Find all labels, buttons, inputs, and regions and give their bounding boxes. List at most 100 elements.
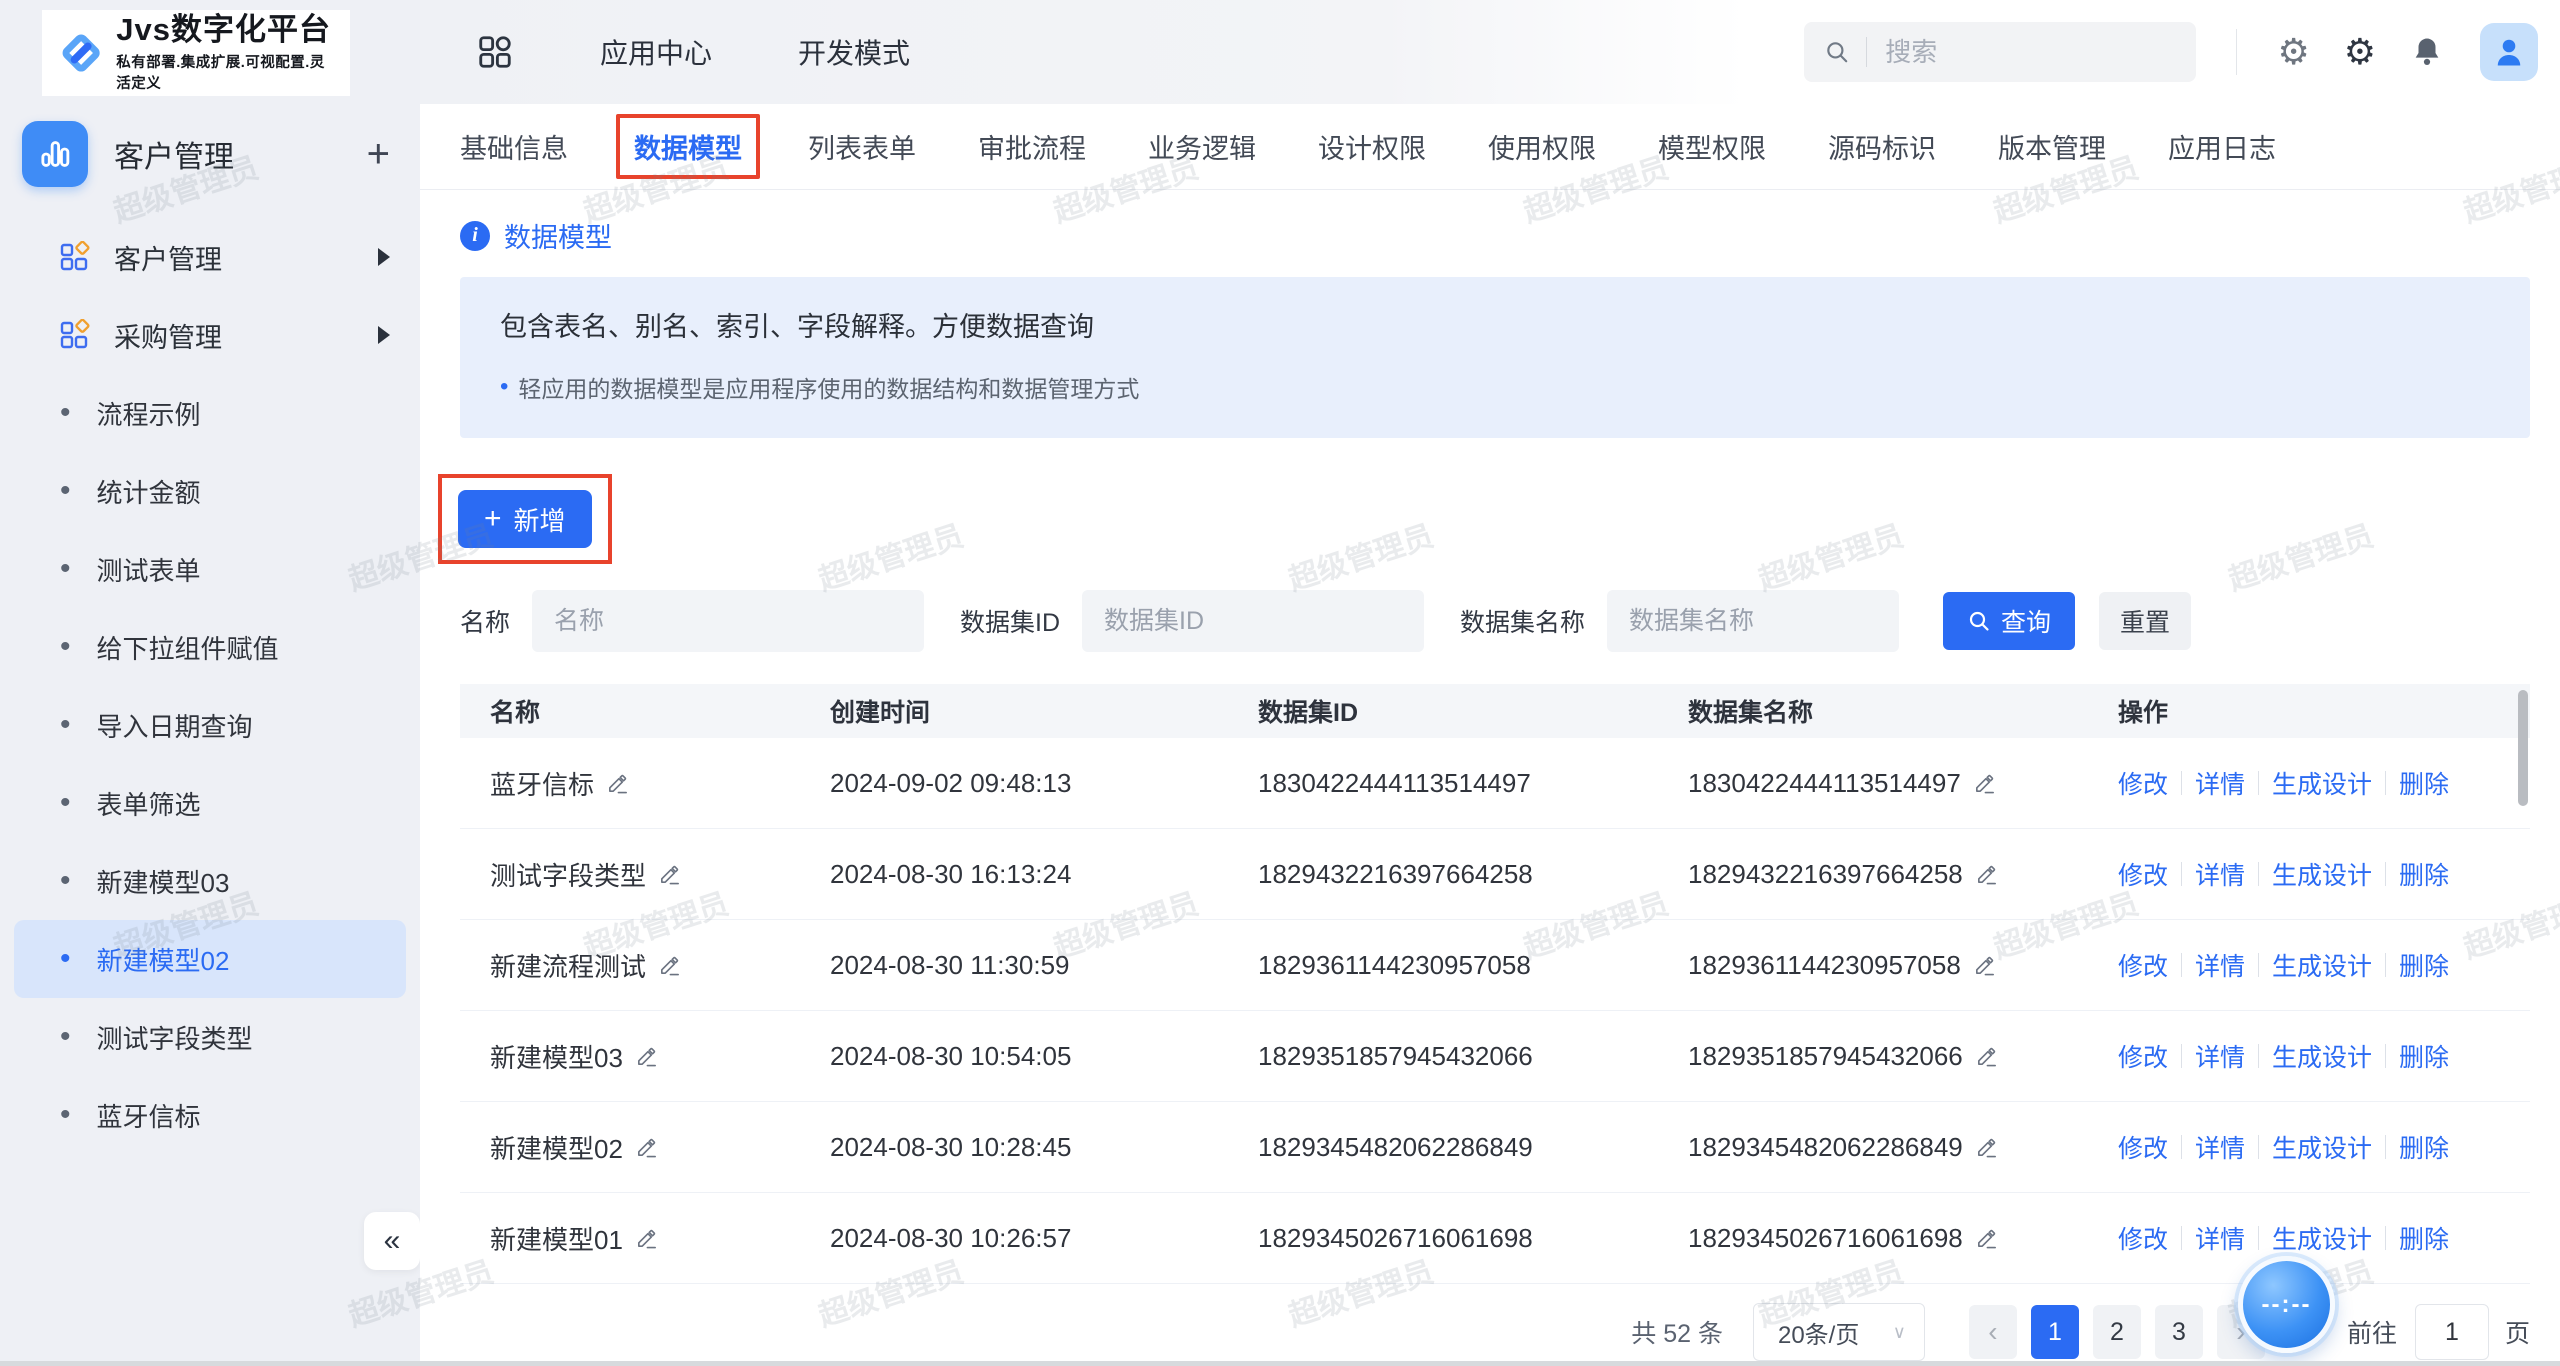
notification-bell-icon[interactable] [2410, 35, 2444, 69]
action-generate-design[interactable]: 生成设计 [2272, 1220, 2372, 1256]
edit-pencil-icon[interactable] [658, 954, 681, 977]
action-generate-design[interactable]: 生成设计 [2272, 1038, 2372, 1074]
tab[interactable]: 列表表单 [808, 118, 916, 175]
edit-pencil-icon[interactable] [635, 1136, 658, 1159]
edit-pencil-icon[interactable] [635, 1227, 658, 1250]
action-detail[interactable]: 详情 [2195, 1220, 2245, 1256]
sidebar-item[interactable]: • 导入日期查询 [0, 686, 420, 764]
action-detail[interactable]: 详情 [2195, 765, 2245, 801]
tab[interactable]: 模型权限 [1658, 118, 1766, 175]
action-detail[interactable]: 详情 [2195, 1038, 2245, 1074]
table-row: 蓝牙信标 2024-09-02 09:48:13 183042244411351… [460, 738, 2530, 829]
edit-pencil-icon[interactable] [1975, 863, 1998, 886]
tab[interactable]: 使用权限 [1488, 118, 1596, 175]
edit-pencil-icon[interactable] [635, 1045, 658, 1068]
action-delete[interactable]: 删除 [2399, 1038, 2449, 1074]
search-input[interactable] [1885, 36, 2177, 68]
sidebar-item[interactable]: • 统计金额 [0, 452, 420, 530]
reset-button[interactable]: 重置 [2099, 592, 2192, 650]
tab[interactable]: 审批流程 [978, 118, 1086, 175]
grid-icon [60, 241, 90, 271]
edit-pencil-icon[interactable] [1973, 954, 1996, 977]
action-generate-design[interactable]: 生成设计 [2272, 856, 2372, 892]
action-delete[interactable]: 删除 [2399, 856, 2449, 892]
divider [2236, 29, 2238, 75]
action-detail[interactable]: 详情 [2195, 856, 2245, 892]
divider [2385, 1044, 2387, 1068]
action-generate-design[interactable]: 生成设计 [2272, 947, 2372, 983]
sidebar-item[interactable]: • 流程示例 [0, 374, 420, 452]
row-created-time: 2024-08-30 11:30:59 [830, 949, 1070, 980]
add-button[interactable]: + 新增 [458, 490, 592, 548]
row-dataset-name: 1829351857945432066 [1688, 1040, 1963, 1071]
action-modify[interactable]: 修改 [2118, 856, 2168, 892]
action-delete[interactable]: 删除 [2399, 1220, 2449, 1256]
action-modify[interactable]: 修改 [2118, 1220, 2168, 1256]
user-avatar[interactable] [2480, 23, 2538, 81]
goto-page-input[interactable] [2414, 1304, 2489, 1360]
col-actions: 操作 [2118, 699, 2169, 727]
action-delete[interactable]: 删除 [2399, 1129, 2449, 1165]
query-button[interactable]: 查询 [1943, 592, 2076, 650]
row-created-time: 2024-08-30 10:26:57 [830, 1222, 1072, 1253]
sidebar-item[interactable]: • 测试字段类型 [0, 998, 420, 1076]
name-filter-input[interactable] [532, 590, 925, 652]
tab[interactable]: 设计权限 [1318, 118, 1426, 175]
action-generate-design[interactable]: 生成设计 [2272, 1129, 2372, 1165]
nav-dev-mode[interactable]: 开发模式 [798, 32, 910, 72]
tab[interactable]: 版本管理 [1998, 118, 2106, 175]
action-modify[interactable]: 修改 [2118, 947, 2168, 983]
tab[interactable]: 源码标识 [1828, 118, 1936, 175]
action-detail[interactable]: 详情 [2195, 1129, 2245, 1165]
tab-active[interactable]: 数据模型 [616, 114, 760, 179]
sidebar-item[interactable]: • 表单筛选 [0, 764, 420, 842]
bullet-icon: • [60, 1098, 71, 1131]
sidebar-item[interactable]: • 给下拉组件赋值 [0, 608, 420, 686]
add-app-button[interactable]: + [367, 134, 390, 174]
page-title[interactable]: 数据模型 [504, 216, 612, 255]
page-2-button[interactable]: 2 [2092, 1305, 2141, 1359]
tab[interactable]: 基础信息 [460, 118, 568, 175]
tab[interactable]: 业务逻辑 [1148, 118, 1256, 175]
action-modify[interactable]: 修改 [2118, 765, 2168, 801]
prev-page-button[interactable]: ‹ [1968, 1305, 2017, 1359]
action-modify[interactable]: 修改 [2118, 1038, 2168, 1074]
sidebar-item[interactable]: • 新建模型03 [0, 842, 420, 920]
edit-pencil-icon[interactable] [658, 863, 681, 886]
page-3-button[interactable]: 3 [2154, 1305, 2203, 1359]
sidebar-item-selected[interactable]: • 新建模型02 [14, 920, 406, 998]
page-1-button[interactable]: 1 [2030, 1305, 2079, 1359]
system-gear-icon[interactable]: ⚙ [2344, 34, 2376, 70]
edit-pencil-icon[interactable] [1975, 1045, 1998, 1068]
page-size-select[interactable]: 20条/页 ∨ [1752, 1303, 1925, 1361]
info-icon: i [460, 220, 490, 251]
settings-gear-icon[interactable]: ⚙ [2277, 34, 2309, 70]
sidebar-group-customer[interactable]: 客户管理 [0, 218, 420, 296]
edit-pencil-icon[interactable] [606, 772, 629, 795]
sidebar-item[interactable]: • 蓝牙信标 [0, 1076, 420, 1154]
sidebar-item[interactable]: • 测试表单 [0, 530, 420, 608]
action-modify[interactable]: 修改 [2118, 1129, 2168, 1165]
floating-assistant-ball[interactable]: --:-- [2238, 1256, 2335, 1353]
edit-pencil-icon[interactable] [1975, 1136, 1998, 1159]
action-delete[interactable]: 删除 [2399, 947, 2449, 983]
action-delete[interactable]: 删除 [2399, 765, 2449, 801]
edit-pencil-icon[interactable] [1973, 772, 1996, 795]
dataset-id-filter-input[interactable] [1082, 590, 1425, 652]
vertical-scrollbar[interactable] [2518, 690, 2528, 806]
sidebar-group-purchase[interactable]: 采购管理 [0, 296, 420, 374]
nav-app-center[interactable]: 应用中心 [600, 32, 712, 72]
action-detail[interactable]: 详情 [2195, 947, 2245, 983]
global-search[interactable] [1804, 22, 2197, 82]
brand-logo: Jvs数字化平台 私有部署.集成扩展.可视配置.灵活定义 [42, 10, 350, 96]
row-dataset-id: 1830422444113514497 [1258, 767, 1531, 798]
dataset-name-filter-input[interactable] [1607, 590, 1900, 652]
edit-pencil-icon[interactable] [1975, 1227, 1998, 1250]
tab[interactable]: 应用日志 [2168, 118, 2276, 175]
row-dataset-id: 1829361144230957058 [1258, 949, 1531, 980]
row-dataset-id: 1829345026716061698 [1258, 1222, 1533, 1253]
action-generate-design[interactable]: 生成设计 [2272, 765, 2372, 801]
app-launcher-icon[interactable] [476, 33, 514, 71]
pagination-total: 共 52 条 [1631, 1320, 1723, 1348]
sidebar-collapse-button[interactable]: « [364, 1212, 420, 1270]
